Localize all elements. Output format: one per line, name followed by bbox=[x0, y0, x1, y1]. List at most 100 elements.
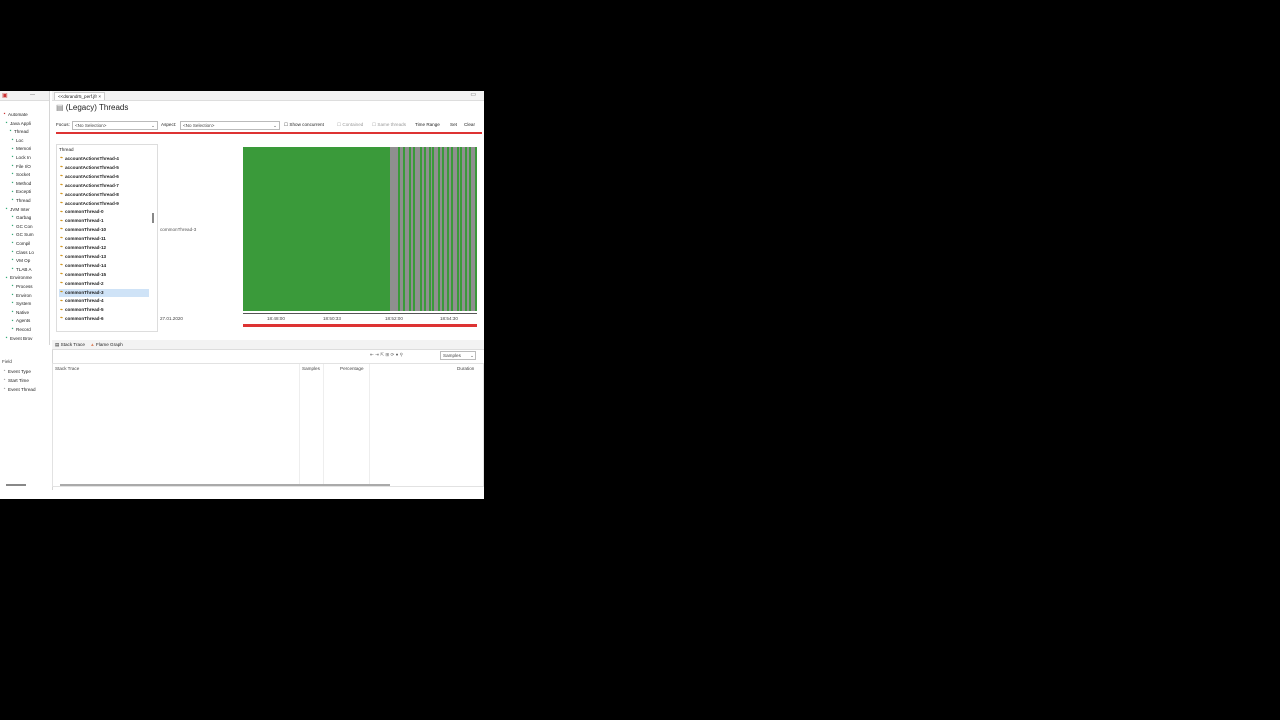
lock-icon: ▪ bbox=[11, 137, 14, 144]
thread-row[interactable]: ⌁ commonThread-12 bbox=[59, 244, 149, 252]
thread-row[interactable]: ⌁ accountActionsThread-4 bbox=[59, 155, 149, 163]
set-button[interactable]: Set bbox=[450, 121, 457, 129]
process-icon: ▪ bbox=[11, 283, 14, 290]
thread-row[interactable]: ⌁ commonThread-10 bbox=[59, 226, 149, 234]
thread-row[interactable]: ⌁ commonThread-15 bbox=[59, 271, 149, 279]
thread-row[interactable]: ⌁ commonThread-5 bbox=[59, 306, 149, 314]
thread-row[interactable]: ⌁ accountActionsThread-7 bbox=[59, 182, 149, 190]
nav-item[interactable]: ▪ GC Con bbox=[10, 223, 33, 231]
nav-item[interactable]: ▪ Compil bbox=[10, 240, 31, 248]
samples-dropdown[interactable]: Samples ⌄ bbox=[440, 351, 476, 360]
thread-row[interactable]: ⌁ commonThread-1 bbox=[59, 217, 149, 225]
field-row[interactable]: ◦ Event Type bbox=[2, 368, 31, 376]
clear-button[interactable]: Clear bbox=[464, 121, 475, 129]
thread-icon: ⌁ bbox=[59, 173, 63, 180]
exception-icon: ▪ bbox=[11, 188, 14, 195]
fields-scrollbar[interactable] bbox=[6, 484, 26, 486]
nav-item[interactable]: ▪ Native bbox=[10, 309, 29, 317]
nav-item[interactable]: ▪ File I/O bbox=[10, 163, 31, 171]
nav-item[interactable]: ▪ TLAB A bbox=[10, 266, 32, 274]
column-stack-trace[interactable]: Stack Trace bbox=[55, 366, 79, 371]
nav-item[interactable]: ▪ Record bbox=[10, 326, 31, 334]
navigation-icons[interactable]: ⇤ ⇥ ⇱ ⊞ ⟳ ● ⚲ bbox=[370, 350, 403, 359]
show-concurrent-checkbox[interactable]: ☐ Show concurrent bbox=[284, 121, 324, 129]
nav-item-label: VM Op bbox=[16, 258, 31, 264]
thread-row[interactable]: ⌁ commonThread-14 bbox=[59, 262, 149, 270]
thread-row[interactable]: ⌁ accountActionsThread-9 bbox=[59, 200, 149, 208]
nav-item[interactable]: ▪ JVM Inter bbox=[4, 206, 30, 214]
column-duration[interactable]: Duration bbox=[457, 366, 474, 371]
idle-stripe bbox=[390, 147, 398, 311]
thread-icon: ⌁ bbox=[59, 199, 63, 206]
nav-item-label: Event Brov bbox=[10, 335, 33, 341]
thread-row[interactable]: ⌁ commonThread-13 bbox=[59, 253, 149, 261]
method-icon: ▪ bbox=[11, 180, 14, 187]
scrollbar[interactable] bbox=[152, 213, 154, 223]
same-threads-checkbox[interactable]: ☐ Same threads bbox=[372, 121, 406, 129]
thread-row[interactable]: ⌁ commonThread-0 bbox=[59, 208, 149, 216]
field-row[interactable]: ◦ Event Thread bbox=[2, 386, 36, 394]
field-label: Event Thread bbox=[8, 387, 36, 392]
page-title-text: (Legacy) Threads bbox=[65, 103, 129, 112]
maximize-icon[interactable]: ▭ bbox=[470, 91, 476, 98]
nav-item[interactable]: ▪ Environme bbox=[4, 274, 32, 282]
aspect-dropdown[interactable]: <No Selection> ⌄ bbox=[180, 121, 280, 130]
nav-item[interactable]: ▪ Process bbox=[10, 283, 33, 291]
nav-item[interactable]: ▪ System bbox=[10, 300, 32, 308]
thread-row[interactable]: ⌁ accountActionsThread-5 bbox=[59, 164, 149, 172]
field-label: Event Type bbox=[8, 369, 31, 374]
thread-row[interactable]: ⌁ commonThread-2 bbox=[59, 280, 149, 288]
red-square-icon: ▪ bbox=[3, 111, 6, 118]
thread-row[interactable]: ⌁ commonThread-4 bbox=[59, 297, 149, 305]
thread-row[interactable]: ⌁ commonThread-11 bbox=[59, 235, 149, 243]
outline-toolbar: ▣ — bbox=[0, 91, 49, 101]
nav-item[interactable]: ▪ Java Appli bbox=[4, 120, 31, 128]
nav-item[interactable]: ▪ Environ bbox=[10, 292, 32, 300]
nav-item[interactable]: ▪ VM Op bbox=[10, 257, 31, 265]
focus-value: <No Selection> bbox=[75, 123, 107, 128]
thread-activity-chart[interactable] bbox=[243, 147, 477, 311]
column-samples[interactable]: Samples bbox=[302, 366, 320, 371]
column-divider bbox=[323, 364, 324, 486]
thread-row[interactable]: ⌁ accountActionsThread-6 bbox=[59, 173, 149, 181]
thread-column-header[interactable]: Thread bbox=[59, 147, 74, 152]
focus-dropdown[interactable]: <No Selection> ⌄ bbox=[72, 121, 158, 130]
nav-item[interactable]: ▪ Lock In bbox=[10, 154, 31, 162]
field-row[interactable]: ◦ Start Time bbox=[2, 377, 29, 385]
nav-item[interactable]: ▪ Thread bbox=[10, 197, 31, 205]
nav-item[interactable]: ▪ Agents bbox=[10, 317, 31, 325]
nav-item-label: Thread bbox=[16, 198, 31, 203]
thread-icon: ▪ bbox=[9, 128, 12, 135]
nav-item[interactable]: ▪ Event Brov bbox=[4, 335, 33, 343]
close-icon[interactable]: × bbox=[98, 94, 101, 99]
editor-tab[interactable]: <<dsrandr5_perf.jfr × bbox=[54, 92, 106, 100]
stack-trace-table[interactable]: Stack Trace Samples Percentage Duration bbox=[52, 363, 484, 487]
nav-item-label: Java Appli bbox=[10, 120, 31, 126]
thread-row[interactable]: ⌁ accountActionsThread-8 bbox=[59, 191, 149, 199]
nav-item[interactable]: ▪ Automate bbox=[2, 111, 28, 119]
nav-item[interactable]: ▪ Excepti bbox=[10, 188, 31, 196]
idle-stripe bbox=[449, 147, 451, 311]
fields-header: Field bbox=[2, 359, 12, 364]
thread-list[interactable]: Thread ⌁ accountActionsThread-4 ⌁ accountAc… bbox=[56, 144, 158, 332]
nav-item[interactable]: ▪ Method bbox=[10, 180, 32, 188]
tab-flame-graph[interactable]: ▲ Flame Graph bbox=[90, 342, 123, 347]
thread-row[interactable]: ⌁ commonThread-6 bbox=[59, 315, 149, 323]
time-range-label: Time Range bbox=[415, 122, 440, 127]
nav-item[interactable]: ▪ Socket bbox=[10, 171, 30, 179]
column-percentage[interactable]: Percentage bbox=[340, 366, 364, 371]
nav-item[interactable]: ▪ Class Lo bbox=[10, 249, 34, 257]
nav-item[interactable]: ▪ Loc bbox=[10, 137, 24, 145]
thread-icon: ⌁ bbox=[59, 181, 63, 188]
minimize-icon[interactable]: — bbox=[30, 92, 35, 98]
thread-row[interactable]: ⌁ commonThread-3 bbox=[59, 288, 149, 297]
nav-item[interactable]: ▪ GC Sum bbox=[10, 231, 34, 239]
nav-item[interactable]: ▪ Garbag bbox=[10, 214, 32, 222]
horizontal-scrollbar[interactable] bbox=[60, 484, 390, 486]
contained-checkbox[interactable]: ☐ Contained bbox=[337, 121, 363, 129]
tab-stack-trace[interactable]: ▤ Stack Trace bbox=[55, 342, 85, 347]
nav-item[interactable]: ▪ Thread bbox=[8, 128, 29, 136]
nav-item[interactable]: ▪ Memori bbox=[10, 145, 32, 153]
time-range-bar[interactable] bbox=[243, 324, 477, 327]
thread-icon: ⌁ bbox=[59, 208, 63, 215]
